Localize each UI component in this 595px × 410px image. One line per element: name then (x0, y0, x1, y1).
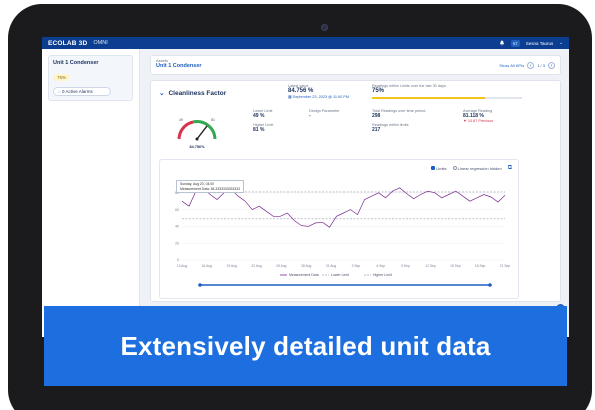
app-name: OMNI (93, 40, 108, 46)
sidebar: Unit 1 Condenser 75% ◌ 0 Active Alarms (42, 49, 140, 337)
latest-date-text: September 23, 2023 @ 11:00 PM (292, 95, 349, 99)
lower-limit-stat: Lower Limit 49 % (253, 109, 272, 119)
x-tick-label: 28 Aug (301, 264, 311, 268)
chart-card: Limits Linear regression hidden ⧉ 0 20 40 6… (159, 159, 519, 299)
avg-delta-text: 10.87 Previous (467, 119, 494, 123)
top-bar: ECOLAB 3D OMNI ST Sesna Taurus ⌄ (42, 37, 569, 49)
main-content: Assets Unit 1 Condenser Show All KPIs ‹ … (142, 49, 569, 337)
gauge-hub (195, 137, 199, 141)
measurement-line (181, 187, 506, 228)
banner-text: Extensively detailed unit data (120, 330, 491, 361)
panel-title-text: Cleanliness Factor (168, 89, 227, 97)
panel-title[interactable]: ⌄ Cleanliness Factor (159, 89, 227, 98)
within-value: 75% (372, 88, 385, 94)
gauge-red-arc (177, 120, 194, 140)
x-tick-label: 18 Sep (475, 264, 486, 268)
x-tick-label: 22 Aug (251, 264, 261, 268)
lower-limit-value: 49 % (253, 113, 265, 119)
gauge-high-label: 81 (211, 118, 215, 122)
export-icon[interactable]: ⧉ (508, 165, 512, 172)
stage: ECOLAB 3D OMNI ST Sesna Taurus ⌄ Unit 1 … (0, 0, 595, 410)
chevron-down-icon[interactable]: ⌄ (559, 40, 563, 46)
chart-tooltip: Sunday, Aug 20, 04:00 Measurement Data: … (176, 180, 244, 193)
y-tick-label: 60 (175, 208, 179, 212)
x-tick-label: 9 Sep (401, 264, 410, 268)
kpi-panel: ⌄ Cleanliness Factor Latest value 84.756… (150, 80, 561, 302)
user-area: ST Sesna Taurus ⌄ (499, 39, 563, 47)
design-value: - (309, 113, 311, 119)
higher-limit-value: 81 % (253, 127, 265, 133)
radio-icon[interactable] (452, 166, 457, 170)
total-readings-stat: Total Readings over time period 298 (372, 109, 425, 119)
y-tick-label: 20 (175, 241, 179, 245)
alarms-label: 0 Active Alarms (61, 89, 93, 94)
average-stat: Average Reading 81.118 % ▼ 10.87 Previou… (463, 109, 493, 123)
latest-value-block: Latest value 84.756 % ▦ September 23, 20… (288, 84, 349, 99)
legend-label: Lower Limit (331, 273, 349, 277)
gauge-needle (196, 125, 208, 140)
brand-logo[interactable]: ECOLAB 3D (48, 40, 87, 47)
app-screen: ECOLAB 3D OMNI ST Sesna Taurus ⌄ Unit 1 … (42, 37, 569, 337)
x-tick-label: 19 Aug (227, 264, 237, 268)
x-tick-label: 13 Aug (177, 264, 187, 268)
prev-page-button[interactable]: ‹ (527, 62, 535, 69)
unit-title: Unit 1 Condenser (53, 60, 99, 66)
gauge: 49 81 84.756% (167, 109, 227, 151)
page-indicator: 1 / 3 (537, 63, 545, 68)
checkbox-icon[interactable] (430, 166, 435, 170)
chevron-down-icon[interactable]: ⌄ (159, 89, 164, 97)
within-count-stat: Readings within limits 217 (372, 123, 409, 133)
pager: Show All KPIs ‹ 1 / 3 › (499, 62, 555, 69)
stats-row: 49 81 84.756% Lower Limit 49 % Higher Li… (151, 109, 560, 151)
unit-status-badge: 75% (53, 74, 71, 81)
range-slider-handle-right (488, 283, 492, 287)
higher-limit-stat: Higher Limit 81 % (253, 123, 273, 133)
x-tick-label: 12 Sep (425, 264, 436, 268)
show-all-kpis-link[interactable]: Show All KPIs (499, 63, 524, 68)
x-tick-label: 21 Sep (500, 264, 511, 268)
within-limits-block: Readings within Limits over the last 30 … (372, 84, 522, 99)
gauge-chart: 49 81 84.756% (177, 118, 217, 149)
user-name[interactable]: Sesna Taurus (526, 41, 553, 46)
camera-icon (321, 24, 328, 31)
legend-label: Higher Limit (373, 273, 392, 277)
within-count-value: 217 (372, 127, 381, 133)
avg-delta: ▼ 10.87 Previous (463, 119, 493, 123)
x-tick-label: 3 Sep (352, 264, 361, 268)
x-tick-label: 25 Aug (276, 264, 286, 268)
latest-date: ▦ September 23, 2023 @ 11:00 PM (288, 94, 349, 99)
next-page-button[interactable]: › (548, 62, 555, 69)
limits-toggle[interactable]: Limits (430, 166, 447, 171)
x-tick-label: 6 Sep (376, 264, 385, 268)
design-label: Design Parameter (309, 109, 340, 113)
x-tick-label: 31 Aug (326, 264, 336, 268)
x-tick-label: 15 Sep (450, 264, 461, 268)
range-slider-handle-left (198, 283, 202, 287)
within-progress-bar (372, 97, 522, 99)
total-value: 298 (372, 113, 381, 119)
gauge-value: 84.756% (190, 145, 206, 149)
y-tick-label: 0 (177, 258, 179, 262)
bell-icon[interactable] (499, 40, 505, 46)
avatar[interactable]: ST (510, 39, 520, 47)
assets-selector[interactable]: Assets Unit 1 Condenser Show All KPIs ‹ … (150, 55, 561, 75)
within-progress-fill (372, 97, 485, 99)
gauge-low-label: 49 (179, 118, 183, 122)
y-tick-label: 40 (175, 225, 179, 229)
legend-label: Measurement Data (289, 273, 319, 277)
assets-unit: Unit 1 Condenser (156, 63, 202, 69)
promo-banner: Extensively detailed unit data (44, 306, 567, 386)
regression-toggle[interactable]: Linear regression hidden (452, 166, 502, 171)
regression-label: Linear regression hidden (457, 166, 502, 171)
x-tick-label: 16 Aug (202, 264, 212, 268)
unit-card[interactable]: Unit 1 Condenser 75% ◌ 0 Active Alarms (48, 55, 133, 101)
chart-controls: Limits Linear regression hidden ⧉ (430, 165, 512, 172)
design-param-stat: Design Parameter - (309, 109, 340, 119)
tooltip-measurement: Measurement Data: 84.3333333333333 (180, 186, 240, 191)
alarms-badge[interactable]: ◌ 0 Active Alarms (53, 87, 111, 96)
limits-label: Limits (436, 166, 447, 171)
